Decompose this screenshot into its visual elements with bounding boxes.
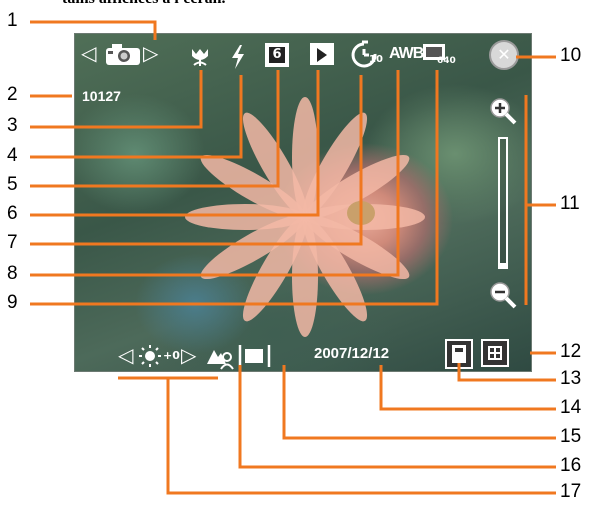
callout-number-15: 15	[560, 426, 582, 447]
callout-number-13: 13	[560, 368, 582, 389]
callout-line-17	[166, 378, 556, 495]
callout-number-17: 17	[560, 481, 582, 502]
callout-number-14: 14	[560, 397, 582, 418]
callout-number-8: 8	[7, 263, 18, 284]
callout-number-9: 9	[7, 292, 18, 313]
callout-number-16: 16	[560, 455, 582, 476]
callout-line-13	[457, 363, 556, 382]
callout-number-6: 6	[7, 203, 18, 224]
callout-line-4	[30, 75, 243, 159]
callout-line-14	[379, 365, 556, 411]
callout-number-3: 3	[7, 115, 18, 136]
callout-line-7	[30, 75, 363, 246]
callout-line-6	[30, 70, 320, 217]
callout-lines	[30, 20, 556, 495]
callout-number-10: 10	[560, 45, 582, 66]
callout-number-7: 7	[7, 232, 18, 253]
callout-number-5: 5	[7, 174, 18, 195]
callout-number-4: 4	[7, 145, 18, 166]
callout-line-1	[30, 20, 157, 40]
callout-number-12: 12	[560, 341, 582, 362]
callout-number-2: 2	[7, 84, 18, 105]
callout-number-11: 11	[560, 193, 580, 214]
callout-line-15	[282, 365, 556, 440]
callout-line-3	[30, 70, 203, 129]
callout-number-1: 1	[7, 10, 18, 31]
